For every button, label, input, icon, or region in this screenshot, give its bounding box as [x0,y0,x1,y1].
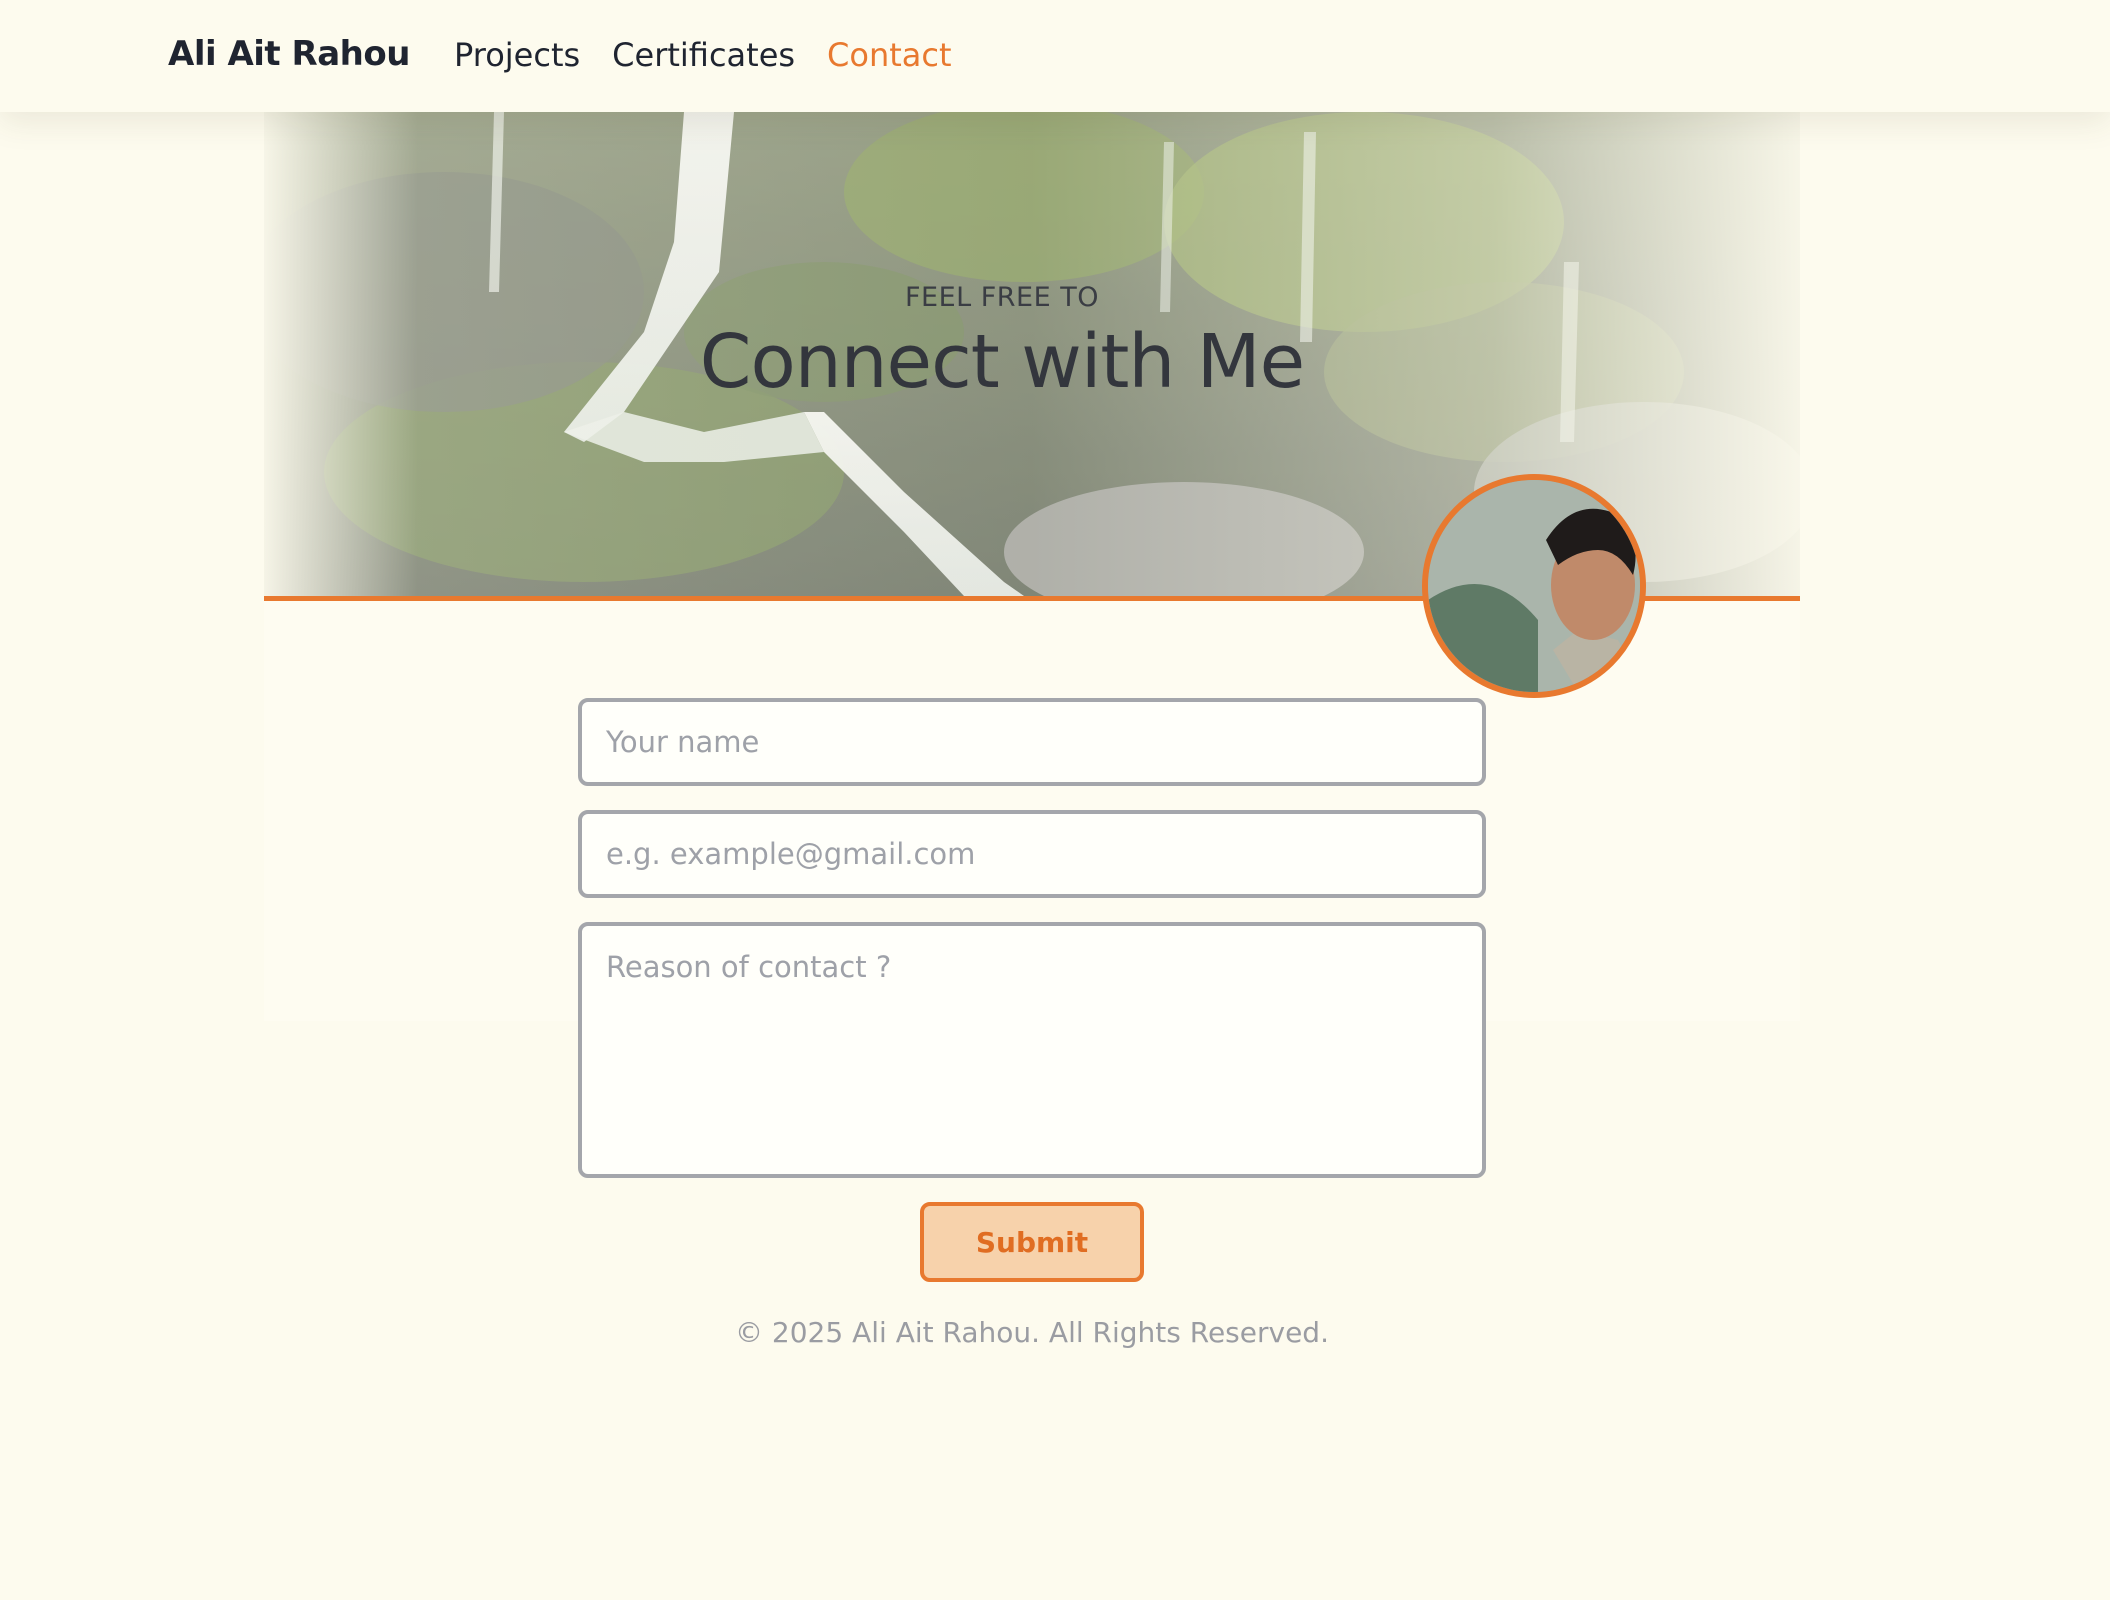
navbar: Ali Ait Rahou Projects Certificates Cont… [0,0,2110,112]
submit-button[interactable]: Submit [920,1202,1144,1282]
hero-heading: FEEL FREE TO Connect with Me [264,282,1800,405]
nav-links: Projects Certificates Contact [454,36,952,74]
hero-eyebrow: FEEL FREE TO [904,282,1099,313]
email-input[interactable] [578,810,1486,898]
avatar [1422,474,1646,698]
hero-title: Connect with Me [699,319,1305,405]
brand-logo[interactable]: Ali Ait Rahou [168,34,410,74]
profile-photo [1428,480,1640,692]
nav-link-certificates[interactable]: Certificates [612,36,795,74]
reason-textarea[interactable] [578,922,1486,1178]
footer-copyright: © 2025 Ali Ait Rahou. All Rights Reserve… [735,1316,1329,1349]
name-input[interactable] [578,698,1486,786]
nav-link-projects[interactable]: Projects [454,36,580,74]
nav-link-contact[interactable]: Contact [827,36,952,74]
